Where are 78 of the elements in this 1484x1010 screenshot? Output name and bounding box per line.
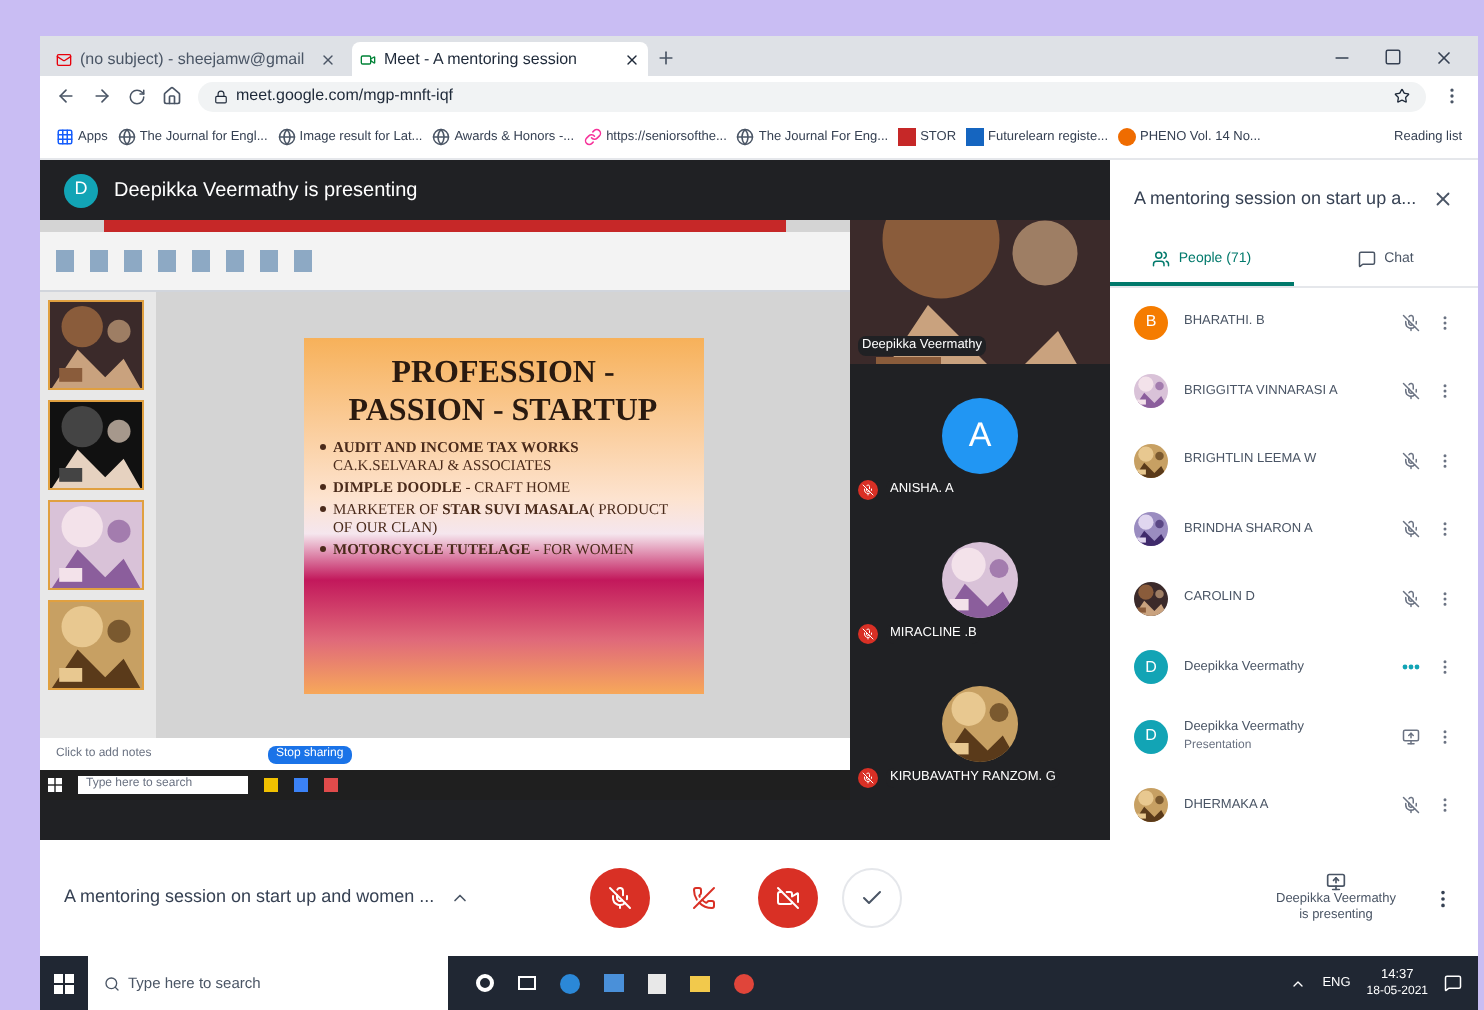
tab-title: (no subject) - sheejamw@gmail bbox=[80, 47, 307, 71]
globe-icon bbox=[117, 128, 136, 146]
bullet-icon bbox=[319, 545, 325, 551]
bookmark-icon bbox=[966, 128, 985, 146]
globe-icon bbox=[432, 128, 451, 146]
taskbar-icon[interactable] bbox=[518, 976, 536, 990]
close-icon[interactable] bbox=[1432, 187, 1454, 210]
check-icon bbox=[860, 886, 885, 910]
search-icon bbox=[104, 975, 120, 991]
maximize-icon[interactable] bbox=[1384, 48, 1402, 66]
url-text: meet.google.com/mgp-mnft-iqf bbox=[236, 84, 453, 108]
phone-icon bbox=[692, 886, 717, 910]
taskbar-icon[interactable] bbox=[476, 974, 494, 992]
ribbon-icon bbox=[192, 250, 210, 272]
bullet-icon bbox=[319, 505, 325, 511]
mic-off-icon bbox=[1401, 313, 1419, 332]
taskbar-icon bbox=[294, 778, 308, 792]
bullet-icon bbox=[319, 483, 325, 489]
avatar: B bbox=[1134, 305, 1168, 340]
speaking-icon bbox=[1401, 664, 1419, 671]
ribbon-icon bbox=[294, 250, 312, 272]
globe-icon bbox=[277, 128, 296, 146]
bookmark-icon bbox=[898, 128, 917, 146]
apps-icon bbox=[56, 128, 74, 146]
windows-logo-icon bbox=[48, 778, 62, 792]
meeting-title[interactable]: A mentoring session on start up and women ... bbox=[64, 884, 435, 912]
taskbar-icon[interactable] bbox=[690, 975, 710, 991]
avatar: D bbox=[1134, 719, 1168, 754]
link-icon bbox=[584, 128, 603, 146]
ribbon-icon bbox=[226, 250, 244, 272]
check-button[interactable] bbox=[842, 868, 903, 928]
new-tab-icon[interactable] bbox=[656, 48, 676, 68]
forward-icon[interactable] bbox=[92, 86, 112, 106]
presenting-icon bbox=[1326, 872, 1346, 892]
camera-off-icon bbox=[776, 886, 801, 910]
mic-off-icon bbox=[608, 886, 633, 910]
star-icon[interactable] bbox=[1394, 88, 1410, 104]
avatar: D bbox=[64, 173, 98, 207]
slide-title: PROFESSION - bbox=[391, 353, 615, 391]
windows-logo-icon bbox=[54, 973, 74, 993]
slide-title: PASSION - STARTUP bbox=[348, 391, 658, 429]
taskbar-icon bbox=[264, 778, 278, 792]
reload-icon[interactable] bbox=[128, 87, 146, 105]
mic-off-icon bbox=[1401, 451, 1419, 470]
bullet-icon bbox=[319, 443, 325, 449]
mic-off-icon bbox=[1401, 589, 1419, 608]
lock-icon bbox=[214, 89, 228, 103]
people-icon bbox=[1152, 250, 1171, 269]
ribbon-icon bbox=[90, 250, 108, 272]
mic-off-icon bbox=[1401, 520, 1419, 539]
ribbon-icon bbox=[158, 250, 176, 272]
taskbar-icon bbox=[324, 778, 338, 792]
notifications-icon[interactable] bbox=[1444, 974, 1462, 992]
ribbon-icon bbox=[56, 250, 74, 272]
mic-off-icon bbox=[1401, 796, 1419, 815]
taskbar-icon[interactable] bbox=[648, 973, 666, 993]
tab-title: Meet - A mentoring session bbox=[384, 47, 579, 71]
close-icon[interactable] bbox=[1434, 48, 1454, 68]
globe-icon bbox=[736, 128, 755, 146]
microphone-button[interactable] bbox=[590, 868, 651, 928]
mail-icon bbox=[56, 51, 72, 67]
bookmark-icon bbox=[1118, 128, 1137, 146]
ribbon-icon bbox=[124, 250, 142, 272]
video-icon bbox=[360, 51, 376, 67]
camera-button[interactable] bbox=[758, 868, 819, 928]
chat-icon bbox=[1358, 250, 1377, 269]
browser-tab[interactable]: Meet - A mentoring session bbox=[352, 42, 648, 76]
close-icon[interactable] bbox=[624, 51, 640, 67]
presenting-icon bbox=[1401, 727, 1419, 746]
ribbon-icon bbox=[260, 250, 278, 272]
avatar: A bbox=[942, 398, 1018, 474]
back-icon[interactable] bbox=[56, 86, 76, 106]
home-icon[interactable] bbox=[162, 86, 182, 106]
address-bar[interactable]: meet.google.com/mgp-mnft-iqf bbox=[198, 81, 1426, 111]
mic-off-icon bbox=[1401, 382, 1419, 401]
presenter-label: Deepikka Veermathy is presenting bbox=[114, 177, 418, 205]
avatar: D bbox=[1134, 650, 1168, 685]
panel-title: A mentoring session on start up a... bbox=[1134, 185, 1419, 212]
